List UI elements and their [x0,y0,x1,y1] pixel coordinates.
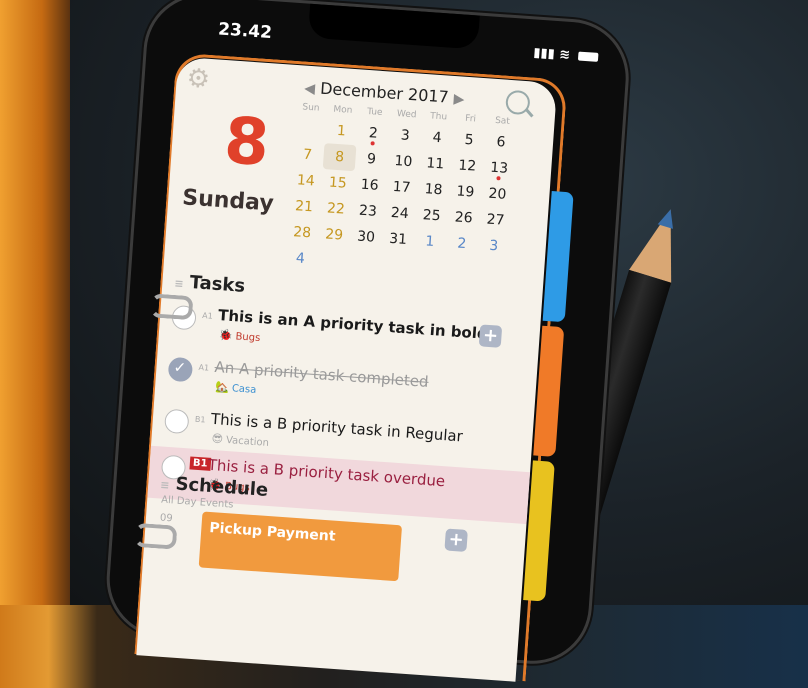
hour-label: 09 [159,512,174,525]
selected-date: 8 [221,104,272,182]
selected-day: Sunday [181,185,275,217]
day-cell[interactable]: 24 [383,199,417,227]
day-cell[interactable]: 31 [381,225,415,253]
task-checkbox[interactable] [163,408,190,435]
month-label: December 2017 [319,78,450,107]
day-cell[interactable]: 26 [447,204,481,232]
day-cell[interactable]: 18 [417,176,451,204]
day-cell[interactable]: 11 [418,150,452,178]
day-cell[interactable]: 28 [285,219,319,247]
day-cell[interactable]: 4 [284,245,318,273]
month-grid: Sun Mon Tue Wed Thu Fri Sat 1 2 3 4 5 6 … [284,101,525,287]
tag-label: Bugs [235,331,261,345]
add-task-button[interactable]: + [478,324,503,348]
bug-icon: 🐞 [218,328,234,343]
day-cell[interactable]: 29 [317,221,351,249]
day-cell[interactable]: 21 [287,193,321,221]
day-cell[interactable]: 16 [353,171,387,199]
weekday-label: Mon [333,104,353,116]
day-cell[interactable]: 19 [449,178,483,206]
day-cell[interactable]: 4 [420,124,454,152]
status-time: 23.42 [217,19,273,44]
day-cell[interactable]: 3 [388,122,422,150]
phone: 23.42 ▮▮▮ ≋ ⚙ ◀ December 2017 ▶ 8 Sunday… [105,0,649,682]
task-tag: 😎 Vacation [211,432,269,449]
day-cell[interactable]: 27 [479,206,513,234]
day-cell[interactable]: 1 [325,117,359,145]
tasks-header: ≡ Tasks [174,271,246,297]
search-icon[interactable] [505,89,531,116]
weekday-label: Tue [366,106,383,119]
sunglasses-icon: 😎 [211,431,224,446]
weekday-label: Thu [429,111,448,123]
priority-label: A1 [198,362,210,373]
weekday-label: Sat [494,115,511,127]
day-cell[interactable]: 14 [289,167,323,195]
wifi-icon: ≋ [558,47,571,63]
day-cell[interactable] [293,115,327,143]
day-cell[interactable]: 25 [415,202,449,230]
day-cell[interactable]: 22 [319,195,353,223]
day-cell[interactable]: 2 [445,230,479,258]
day-cell[interactable]: 3 [477,232,511,260]
binder-ring [149,293,194,321]
event-block[interactable]: Pickup Payment [198,511,403,582]
binder-ring [133,522,178,550]
gear-icon[interactable]: ⚙ [186,63,211,95]
next-month-icon[interactable]: ▶ [453,91,465,108]
day-cell[interactable]: 12 [450,152,484,180]
day-cell[interactable]: 30 [349,223,383,251]
add-event-button[interactable]: + [444,528,468,552]
day-cell[interactable]: 23 [351,197,385,225]
day-cell[interactable]: 17 [385,173,419,201]
day-cell[interactable]: 20 [481,180,515,208]
task-tag: 🐞 Bugs [218,328,260,344]
day-cell[interactable]: 5 [452,126,486,154]
day-cell-today[interactable]: 8 [322,143,357,172]
weekday-label: Fri [464,113,477,125]
task-checkbox-checked[interactable] [167,356,194,383]
day-cell[interactable]: 15 [321,169,355,197]
day-cell[interactable]: 9 [355,145,389,173]
day-cell[interactable]: 13 [482,154,516,182]
tag-label: Vacation [225,434,270,449]
drag-handle-icon[interactable]: ≡ [174,277,184,291]
tasks-title: Tasks [188,272,246,297]
task-tag: 🏡 Casa [215,380,257,396]
wooden-edge [0,0,70,605]
drag-handle-icon[interactable]: ≡ [160,478,170,492]
event-title: Pickup Payment [208,519,336,545]
day-cell[interactable]: 6 [484,128,518,156]
app-screen: ⚙ ◀ December 2017 ▶ 8 Sunday Sun Mon Tue… [136,56,558,682]
signal-icon: ▮▮▮ [532,45,556,62]
day-cell[interactable]: 7 [291,141,325,169]
weekday-label: Sun [302,102,320,114]
battery-icon [578,51,599,62]
house-icon: 🏡 [214,380,230,394]
tag-label: Casa [231,383,257,396]
day-cell[interactable]: 1 [413,228,447,256]
day-cell[interactable]: 10 [387,148,421,176]
priority-label: A1 [201,310,214,321]
priority-label: B1 [194,414,206,425]
weekday-label: Wed [396,109,417,121]
day-cell[interactable]: 2 [356,119,390,147]
prev-month-icon[interactable]: ◀ [304,81,316,98]
